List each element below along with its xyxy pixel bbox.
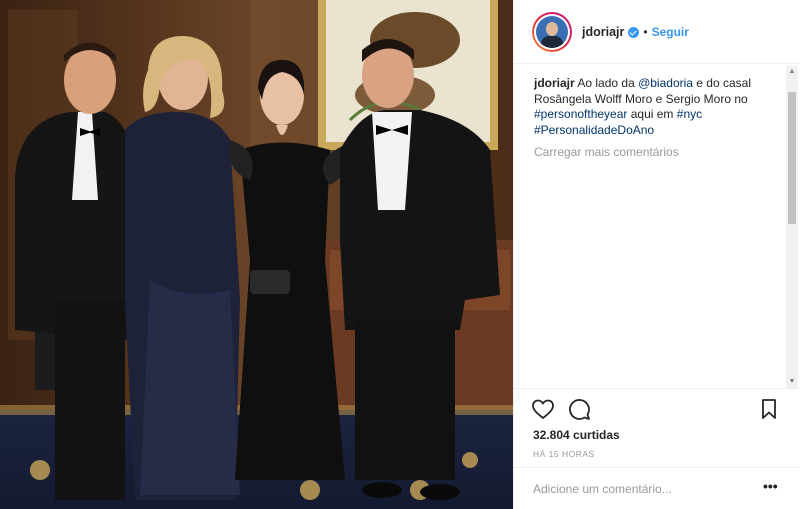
comment-input[interactable] <box>533 480 753 498</box>
photo-image <box>0 0 513 509</box>
post-photo[interactable] <box>0 0 513 509</box>
scroll-down-arrow-icon[interactable]: ▼ <box>786 376 798 388</box>
post-timestamp: HÁ 15 HORAS <box>533 449 595 459</box>
comments-scrollbar[interactable]: ▲ ▼ <box>786 66 798 388</box>
heart-icon[interactable] <box>531 397 557 423</box>
separator-dot: • <box>643 24 648 39</box>
scroll-up-arrow-icon[interactable]: ▲ <box>786 66 798 78</box>
caption-text: Ao lado da <box>574 76 639 90</box>
avatar[interactable] <box>532 11 572 52</box>
comment-icon[interactable] <box>567 397 593 423</box>
post-username[interactable]: jdoriajr <box>582 25 624 39</box>
mention-link[interactable]: @biadoria <box>638 76 693 90</box>
verified-icon <box>628 27 640 38</box>
hashtag-link[interactable]: #nyc <box>677 107 702 121</box>
caption: jdoriajr Ao lado da @biadoria e do casal… <box>534 76 774 138</box>
caption-username[interactable]: jdoriajr <box>534 76 575 90</box>
add-comment-bar: ••• <box>513 467 800 509</box>
scroll-thumb[interactable] <box>788 92 796 224</box>
hashtag-link[interactable]: #PersonalidadeDoAno <box>534 123 654 137</box>
comments-list: jdoriajr Ao lado da @biadoria e do casal… <box>534 76 774 161</box>
bookmark-icon[interactable] <box>757 397 783 423</box>
caption-text: aqui em <box>627 107 677 121</box>
follow-button[interactable]: Seguir <box>652 25 689 39</box>
load-more-comments-button[interactable]: Carregar mais comentários <box>534 145 774 161</box>
likes-count[interactable]: 32.804 curtidas <box>533 428 620 442</box>
more-options-button[interactable]: ••• <box>763 478 778 494</box>
post-actions: 32.804 curtidas HÁ 15 HORAS ••• <box>513 388 800 509</box>
hashtag-link[interactable]: #personoftheyear <box>534 107 627 121</box>
post-header: jdoriajr • Seguir <box>514 0 800 64</box>
